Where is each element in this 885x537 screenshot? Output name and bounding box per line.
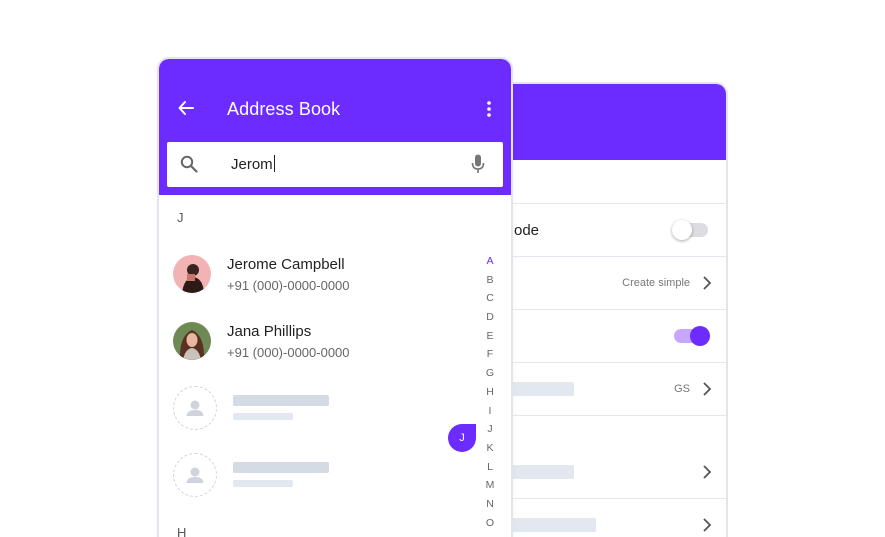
- search-icon: [180, 155, 198, 173]
- settings-row-gs[interactable]: GS: [498, 363, 726, 416]
- skeleton-bar: [508, 382, 574, 396]
- alphabet-index[interactable]: ABCDEFGHIJKLMNOP: [481, 252, 499, 537]
- search-bar: Jerom: [159, 136, 511, 195]
- app-header: Address Book: [159, 59, 511, 136]
- text-caret: [273, 155, 275, 172]
- page-title: Address Book: [227, 99, 341, 119]
- settings-card: ode Create simple GS: [496, 82, 728, 537]
- settings-row-mode[interactable]: ode: [498, 204, 726, 257]
- alphabet-letter-m[interactable]: M: [481, 476, 499, 495]
- search-box[interactable]: Jerom: [167, 142, 503, 187]
- skeleton-bar: [508, 518, 596, 532]
- chevron-right-icon: [703, 465, 712, 479]
- skeleton-bar: [233, 413, 293, 420]
- alphabet-letter-f[interactable]: F: [481, 345, 499, 364]
- settings-row-label: ode: [514, 221, 540, 239]
- settings-row-5[interactable]: [498, 446, 726, 499]
- chevron-right-icon: [703, 518, 712, 532]
- feature-toggle[interactable]: [674, 326, 710, 346]
- settings-header: [498, 84, 726, 160]
- skeleton-contact: [173, 453, 473, 497]
- alphabet-letter-p[interactable]: P: [481, 532, 499, 537]
- chevron-right-icon: [703, 382, 712, 396]
- more-vert-icon[interactable]: [487, 101, 491, 117]
- alphabet-letter-j[interactable]: J: [481, 420, 499, 439]
- contact-phone: +91 (000)-0000-0000: [227, 345, 350, 360]
- placeholder-avatar: [173, 453, 217, 497]
- section-header-j: J: [177, 210, 184, 225]
- settings-row-value: GS: [674, 383, 690, 395]
- toggle-knob: [690, 326, 710, 346]
- settings-row-toggle[interactable]: [498, 310, 726, 363]
- alphabet-letter-b[interactable]: B: [481, 271, 499, 290]
- settings-row-value: Create simple: [622, 277, 690, 289]
- alphabet-letter-o[interactable]: O: [481, 514, 499, 533]
- search-input[interactable]: Jerom: [231, 155, 275, 173]
- mode-toggle[interactable]: [672, 220, 708, 240]
- alphabet-letter-l[interactable]: L: [481, 458, 499, 477]
- alphabet-letter-d[interactable]: D: [481, 308, 499, 327]
- placeholder-avatar: [173, 386, 217, 430]
- settings-row-create[interactable]: Create simple: [498, 257, 726, 310]
- contact-phone: +91 (000)-0000-0000: [227, 278, 350, 293]
- alphabet-letter-n[interactable]: N: [481, 495, 499, 514]
- contact-name: Jerome Campbell: [227, 256, 345, 273]
- back-arrow-icon[interactable]: [177, 99, 195, 117]
- alphabet-letter-k[interactable]: K: [481, 439, 499, 458]
- search-input-value: Jerom: [231, 156, 273, 173]
- alphabet-letter-g[interactable]: G: [481, 364, 499, 383]
- settings-row-6[interactable]: [498, 499, 726, 537]
- avatar: [173, 322, 211, 360]
- address-book-card: Address Book Jerom J Jerome Campbell +91…: [157, 57, 513, 537]
- skeleton-bar: [508, 465, 574, 479]
- contact-name: Jana Phillips: [227, 323, 312, 340]
- skeleton-bar: [233, 395, 329, 406]
- alphabet-letter-a[interactable]: A: [481, 252, 499, 271]
- skeleton-bar: [233, 462, 329, 473]
- alphabet-letter-h[interactable]: H: [481, 383, 499, 402]
- alphabet-letter-e[interactable]: E: [481, 327, 499, 346]
- stage: ode Create simple GS Address Book Jerom …: [0, 0, 885, 537]
- skeleton-contact: [173, 386, 473, 430]
- toggle-knob: [672, 220, 692, 240]
- alphabet-letter-c[interactable]: C: [481, 289, 499, 308]
- avatar: [173, 255, 211, 293]
- contact-item[interactable]: Jana Phillips +91 (000)-0000-0000: [173, 322, 473, 362]
- chevron-right-icon: [703, 276, 712, 290]
- contact-item[interactable]: Jerome Campbell +91 (000)-0000-0000: [173, 255, 473, 295]
- section-header-h: H: [177, 525, 187, 537]
- skeleton-bar: [233, 480, 293, 487]
- settings-gap: [498, 416, 726, 446]
- mic-icon[interactable]: [471, 154, 485, 174]
- alphabet-letter-i[interactable]: I: [481, 402, 499, 421]
- scroll-bubble: J: [448, 424, 476, 452]
- settings-section-gap: [498, 160, 726, 204]
